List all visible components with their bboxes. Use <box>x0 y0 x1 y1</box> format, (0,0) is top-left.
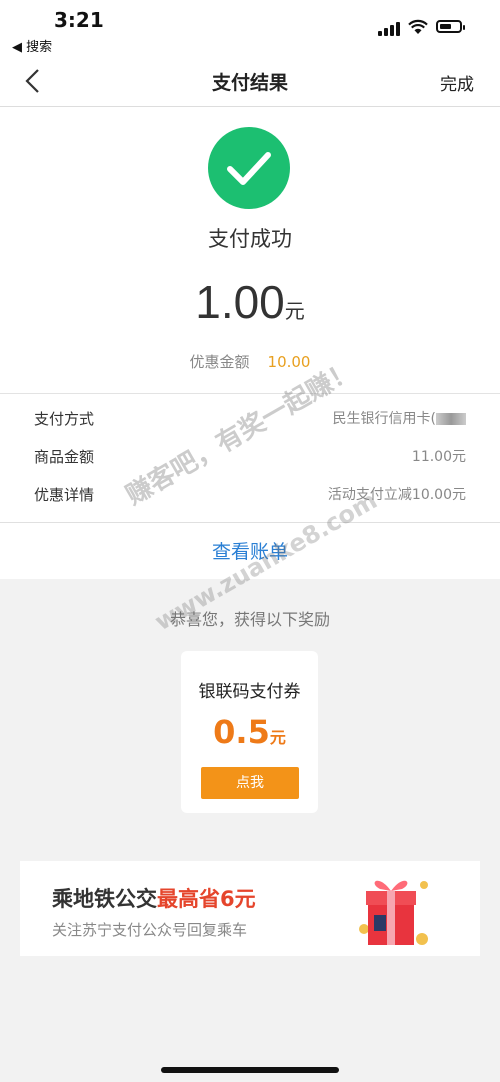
detail-row-discount-details: 优惠详情 活动支付立减10.00元 <box>34 484 466 508</box>
detail-label: 优惠详情 <box>34 486 95 504</box>
reward-congrats-text: 恭喜您，获得以下奖励 <box>169 610 330 629</box>
payment-result-panel: 支付成功 1.00元 优惠金额 10.00 <box>0 107 500 394</box>
back-to-app-link[interactable]: ◀ 搜索 <box>12 36 52 55</box>
status-bar: 3:21 ◀ 搜索 <box>0 0 500 56</box>
banner-title: 乘地铁公交最高省6元 <box>52 887 256 911</box>
success-check-icon <box>208 127 290 209</box>
discount-line: 优惠金额 10.00 <box>0 351 500 372</box>
payment-details: 支付方式 民生银行信用卡( 商品金额 11.00元 优惠详情 活动支付立减10.… <box>0 394 500 523</box>
discount-label: 优惠金额 <box>189 353 250 371</box>
detail-row-goods-amount: 商品金额 11.00元 <box>34 446 466 470</box>
detail-row-payment-method: 支付方式 民生银行信用卡( <box>34 408 466 432</box>
detail-value: 民生银行信用卡( <box>333 408 466 428</box>
coupon-card: 银联码支付券 0.5元 点我 <box>181 651 318 813</box>
paid-amount: 1.00元 <box>0 275 500 329</box>
detail-label: 商品金额 <box>34 448 95 466</box>
coupon-amount: 0.5元 <box>181 713 318 751</box>
success-status-text: 支付成功 <box>208 227 292 251</box>
detail-value: 活动支付立减10.00元 <box>327 487 466 503</box>
detail-label: 支付方式 <box>34 410 95 428</box>
detail-value: 11.00元 <box>411 449 466 465</box>
gift-box-icon <box>359 880 428 945</box>
masked-card-number <box>436 413 466 425</box>
coupon-amount-value: 0.5 <box>213 713 270 751</box>
view-bill-link[interactable]: 查看账单 <box>0 537 500 564</box>
transit-promo-banner[interactable]: 乘地铁公交最高省6元 关注苏宁支付公众号回复乘车 <box>20 861 480 956</box>
claim-coupon-button[interactable]: 点我 <box>201 767 299 799</box>
nav-bar: 支付结果 完成 <box>0 56 500 107</box>
home-indicator[interactable] <box>161 1067 339 1073</box>
page-title: 支付结果 <box>211 72 288 94</box>
banner-highlight: 最高省6元 <box>157 887 256 911</box>
done-button[interactable]: 完成 <box>440 70 474 95</box>
view-bill-area: 查看账单 <box>0 523 500 579</box>
status-time: 3:21 <box>54 8 104 32</box>
wifi-icon <box>408 19 428 34</box>
battery-icon <box>436 20 465 33</box>
signal-icon <box>378 22 404 36</box>
coupon-amount-unit: 元 <box>269 728 286 747</box>
banner-subtitle: 关注苏宁支付公众号回复乘车 <box>52 921 248 939</box>
coupon-title: 银联码支付券 <box>198 682 301 702</box>
discount-value: 10.00 <box>267 353 311 371</box>
amount-unit: 元 <box>284 299 305 323</box>
amount-value: 1.00 <box>195 276 285 328</box>
